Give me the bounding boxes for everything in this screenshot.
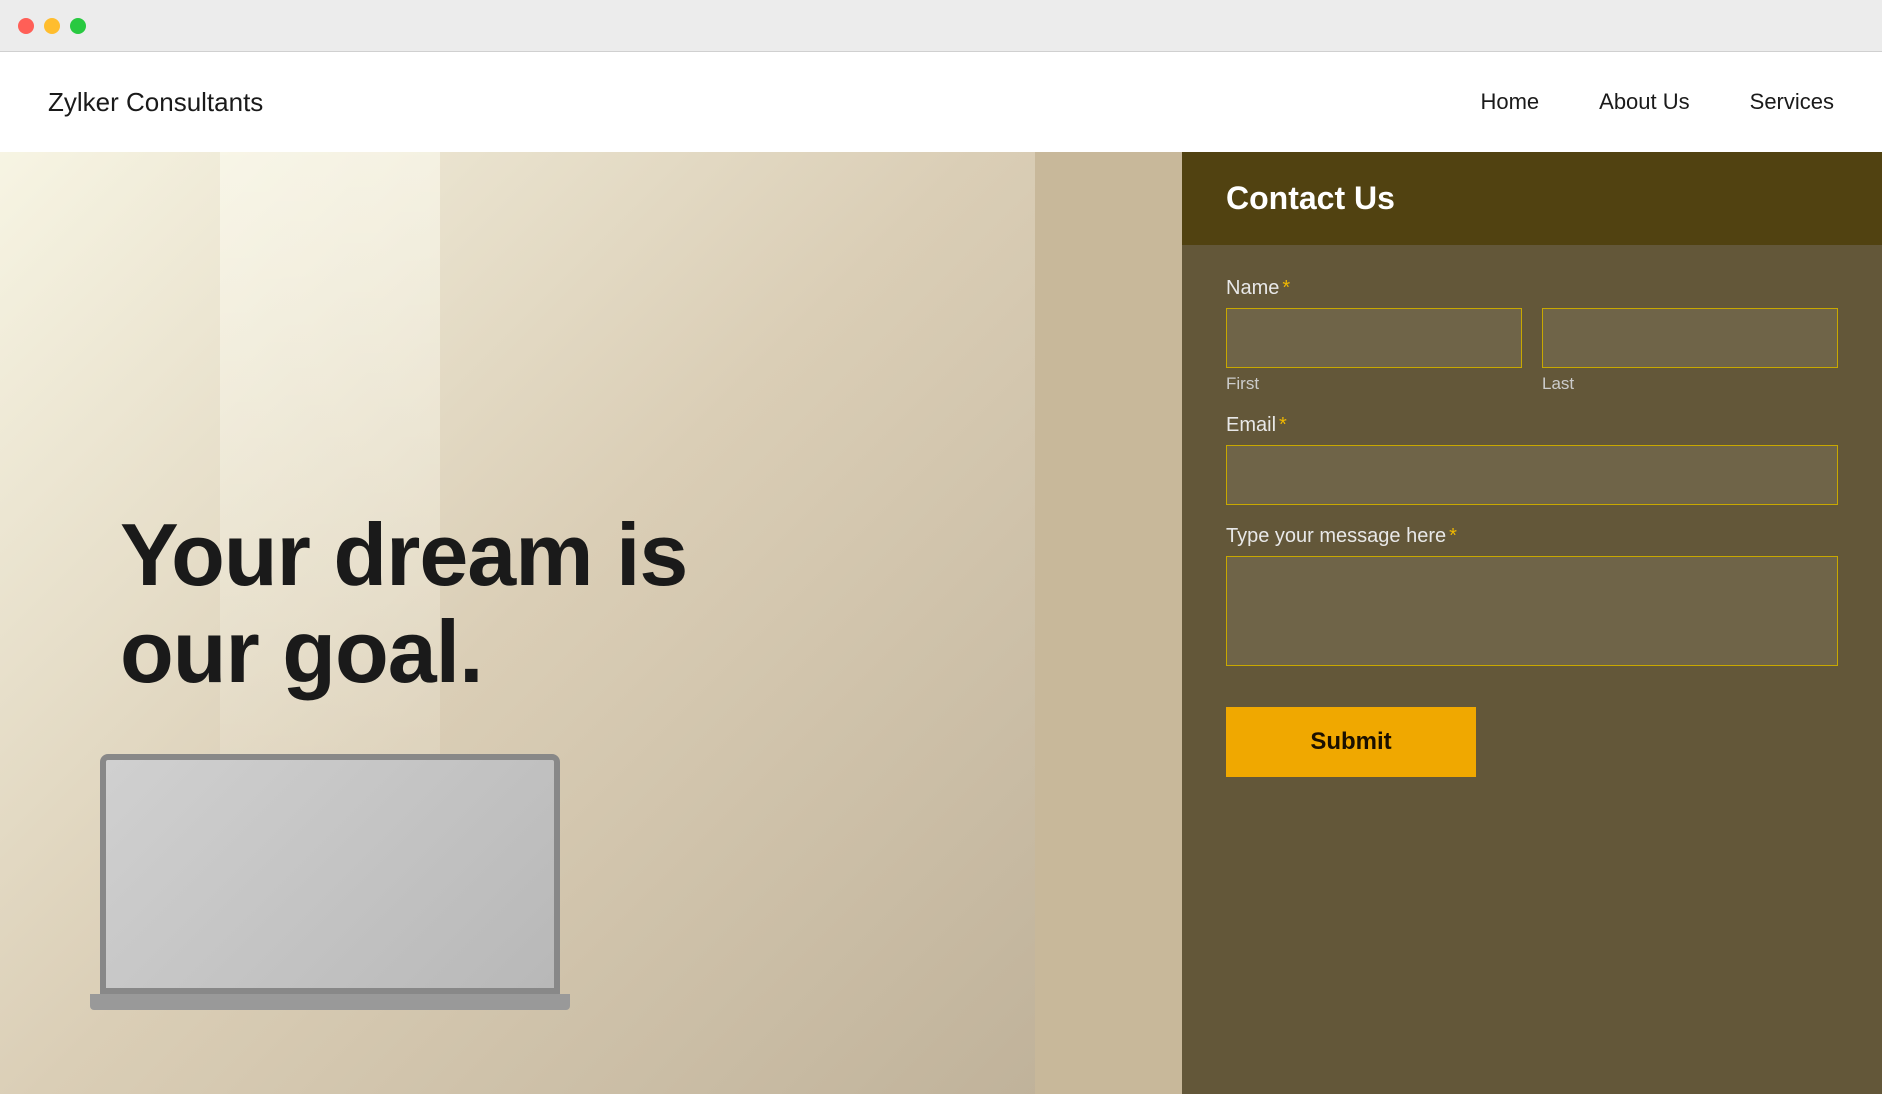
window-chrome <box>0 0 1882 52</box>
message-required-star: * <box>1449 525 1457 547</box>
email-label: Email* <box>1226 414 1838 437</box>
first-name-field: First <box>1226 308 1522 394</box>
contact-panel: Contact Us Name* First L <box>1182 152 1882 1094</box>
last-name-input[interactable] <box>1542 308 1838 368</box>
nav-about-link[interactable]: About Us <box>1599 89 1690 114</box>
laptop-decoration <box>100 754 600 1054</box>
message-label: Type your message here* <box>1226 525 1838 548</box>
first-name-input[interactable] <box>1226 308 1522 368</box>
last-name-field: Last <box>1542 308 1838 394</box>
window-light-effect <box>220 152 440 811</box>
navbar: Zylker Consultants Home About Us Service… <box>0 52 1882 152</box>
close-button[interactable] <box>18 18 34 34</box>
hero-section: Your dream is our goal. Contact Us Name* <box>0 152 1882 1094</box>
minimize-button[interactable] <box>44 18 60 34</box>
sidebar-item-services[interactable]: Services <box>1750 89 1834 115</box>
nav-services-link[interactable]: Services <box>1750 89 1834 114</box>
hero-tagline: Your dream is our goal. <box>120 507 687 701</box>
contact-form-body: Name* First Last <box>1182 245 1882 1094</box>
hero-heading: Your dream is our goal. <box>120 507 687 701</box>
brand-logo: Zylker Consultants <box>48 87 263 118</box>
laptop-base <box>90 994 570 1010</box>
nav-links: Home About Us Services <box>1480 89 1834 115</box>
email-required-star: * <box>1279 414 1287 436</box>
email-input[interactable] <box>1226 445 1838 505</box>
contact-title: Contact Us <box>1226 180 1838 217</box>
name-required-star: * <box>1282 277 1290 299</box>
last-label: Last <box>1542 374 1838 394</box>
first-label: First <box>1226 374 1522 394</box>
name-row: First Last <box>1226 308 1838 394</box>
traffic-lights <box>18 18 86 34</box>
sidebar-item-home[interactable]: Home <box>1480 89 1539 115</box>
laptop-screen <box>100 754 560 994</box>
contact-header: Contact Us <box>1182 152 1882 245</box>
submit-button[interactable]: Submit <box>1226 707 1476 777</box>
email-field-group: Email* <box>1226 414 1838 505</box>
name-label: Name* <box>1226 277 1838 300</box>
fullscreen-button[interactable] <box>70 18 86 34</box>
website: Zylker Consultants Home About Us Service… <box>0 52 1882 1094</box>
sidebar-item-about[interactable]: About Us <box>1599 89 1690 115</box>
message-field-group: Type your message here* <box>1226 525 1838 671</box>
name-field-group: Name* First Last <box>1226 277 1838 394</box>
nav-home-link[interactable]: Home <box>1480 89 1539 114</box>
message-textarea[interactable] <box>1226 556 1838 666</box>
